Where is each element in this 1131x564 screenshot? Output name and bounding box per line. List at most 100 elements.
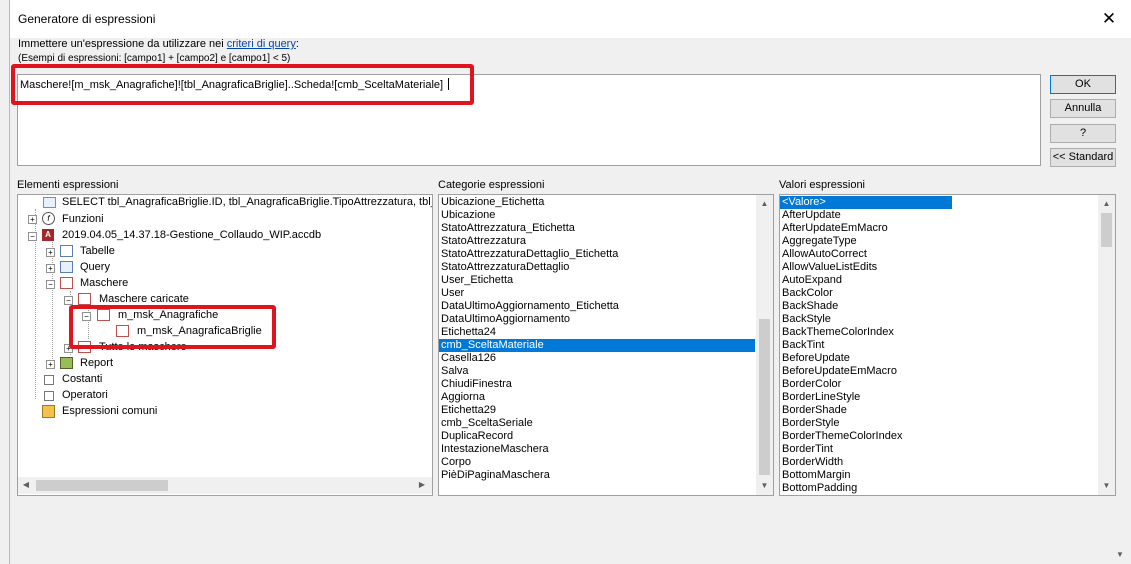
scrollbar-thumb[interactable] [36, 480, 168, 491]
category-item[interactable]: cmb_SceltaMateriale [439, 339, 755, 352]
instructions-prefix: Immettere un'espressione da utilizzare n… [18, 38, 227, 50]
value-item[interactable]: AllowValueListEdits [780, 261, 877, 274]
value-item[interactable]: BorderStyle [780, 417, 839, 430]
value-item[interactable]: BackStyle [780, 313, 831, 326]
category-item[interactable]: Ubicazione_Etichetta [439, 196, 544, 209]
category-item[interactable]: StatoAttrezzaturaDettaglio_Etichetta [439, 248, 618, 261]
category-item[interactable]: Etichetta29 [439, 404, 496, 417]
constants-icon [44, 375, 54, 385]
expand-reports-icon[interactable]: + [46, 360, 55, 369]
category-item[interactable]: PièDiPaginaMaschera [439, 469, 550, 482]
value-item[interactable]: AfterUpdate [780, 209, 841, 222]
category-item[interactable]: DataUltimoAggiornamento_Etichetta [439, 300, 619, 313]
category-item[interactable]: cmb_SceltaSeriale [439, 417, 533, 430]
scroll-up-icon[interactable]: ▲ [758, 197, 771, 211]
tree-item-database[interactable]: 2019.04.05_14.37.18-Gestione_Collaudo_WI… [62, 228, 321, 242]
dialog-scroll-down-icon[interactable]: ▼ [1114, 548, 1126, 560]
scrollbar-thumb[interactable] [759, 319, 770, 475]
expand-tables-icon[interactable]: + [46, 248, 55, 257]
tree-item-reports[interactable]: Report [80, 356, 113, 370]
expand-functions-icon[interactable]: + [28, 215, 37, 224]
standard-button[interactable]: << Standard [1050, 148, 1116, 167]
value-item[interactable]: BeforeUpdateEmMacro [780, 365, 897, 378]
tree-item-queries[interactable]: Query [80, 260, 110, 274]
value-item[interactable]: BorderColor [780, 378, 841, 391]
category-item[interactable]: DataUltimoAggiornamento [439, 313, 570, 326]
category-item[interactable]: StatoAttrezzaturaDettaglio [439, 261, 569, 274]
categories-scrollbar[interactable]: ▲ ▼ [756, 195, 773, 495]
form-icon [78, 293, 91, 305]
category-item[interactable]: User_Etichetta [439, 274, 513, 287]
value-item[interactable]: BorderLineStyle [780, 391, 860, 404]
value-item[interactable]: AllowAutoCorrect [780, 248, 867, 261]
query-criteria-link[interactable]: criteri di query [227, 38, 296, 50]
expand-queries-icon[interactable]: + [46, 264, 55, 273]
value-item[interactable]: AfterUpdateEmMacro [780, 222, 888, 235]
scroll-right-icon[interactable]: ▶ [416, 478, 428, 492]
value-item[interactable]: BackShade [780, 300, 838, 313]
ok-button[interactable]: OK [1050, 75, 1116, 94]
tree-item-common-expressions[interactable]: Espressioni comuni [62, 404, 157, 418]
common-expressions-icon [42, 405, 55, 418]
help-button[interactable]: ? [1050, 124, 1116, 143]
horizontal-scrollbar[interactable]: ◀ ▶ [18, 477, 432, 494]
category-item[interactable]: Etichetta24 [439, 326, 496, 339]
highlight-expression-box [11, 64, 474, 105]
value-item[interactable]: BorderThemeColorIndex [780, 430, 902, 443]
values-list[interactable]: <Valore> AfterUpdate AfterUpdateEmMacro Agg… [779, 194, 1116, 496]
value-item[interactable]: BackTint [780, 339, 824, 352]
tree-item-operators[interactable]: Operatori [62, 388, 108, 402]
value-item[interactable]: BottomPadding [780, 482, 857, 495]
category-item[interactable]: Aggiorna [439, 391, 485, 404]
category-item[interactable]: IntestazioneMaschera [439, 443, 549, 456]
title-bar [10, 0, 1131, 38]
value-item[interactable]: <Valore> [780, 196, 952, 209]
values-rows: <Valore> AfterUpdate AfterUpdateEmMacro Agg… [780, 196, 1098, 494]
table-icon [60, 245, 73, 257]
value-item[interactable]: BackThemeColorIndex [780, 326, 894, 339]
collapse-db-icon[interactable]: − [28, 232, 37, 241]
report-icon [60, 357, 73, 369]
value-item[interactable]: BackColor [780, 287, 833, 300]
category-item[interactable]: User [439, 287, 464, 300]
tree-item-tables[interactable]: Tabelle [80, 244, 115, 258]
values-scrollbar[interactable]: ▲ ▼ [1098, 195, 1115, 495]
value-item[interactable]: AutoExpand [780, 274, 842, 287]
value-item[interactable]: BorderWidth [780, 456, 843, 469]
cancel-button[interactable]: Annulla [1050, 99, 1116, 118]
tree-item-select[interactable]: SELECT tbl_AnagraficaBriglie.ID, tbl_Ana… [62, 195, 432, 209]
category-item[interactable]: Ubicazione [439, 209, 495, 222]
tree-item-constants[interactable]: Costanti [62, 372, 102, 386]
category-item[interactable]: ChiudiFinestra [439, 378, 512, 391]
tree-item-forms[interactable]: Maschere [80, 276, 128, 290]
instructions-suffix: : [295, 38, 299, 50]
scroll-left-icon[interactable]: ◀ [20, 478, 32, 492]
value-item[interactable]: BottomMargin [780, 469, 850, 482]
category-item[interactable]: StatoAttrezzatura [439, 235, 526, 248]
value-item[interactable]: BorderTint [780, 443, 833, 456]
form-icon [60, 277, 73, 289]
category-item[interactable]: Salva [439, 365, 469, 378]
value-item[interactable]: BeforeUpdate [780, 352, 850, 365]
value-item[interactable]: BorderShade [780, 404, 847, 417]
categories-list[interactable]: Ubicazione_Etichetta Ubicazione StatoAttre… [438, 194, 774, 496]
close-icon[interactable]: ✕ [1100, 10, 1118, 28]
category-item[interactable]: Casella126 [439, 352, 496, 365]
query-icon [60, 261, 73, 273]
category-item[interactable]: DuplicaRecord [439, 430, 513, 443]
tree-item-loaded-forms[interactable]: Maschere caricate [99, 292, 189, 306]
collapse-loaded-forms-icon[interactable]: − [64, 296, 73, 305]
collapse-forms-icon[interactable]: − [46, 280, 55, 289]
scroll-up-icon[interactable]: ▲ [1100, 197, 1113, 211]
elements-label: Elementi espressioni [17, 179, 119, 191]
category-item[interactable]: Corpo [439, 456, 471, 469]
instructions: Immettere un'espressione da utilizzare n… [18, 38, 299, 50]
tree-item-functions[interactable]: Funzioni [62, 212, 104, 226]
highlight-form-items [69, 305, 276, 349]
scrollbar-thumb[interactable] [1101, 213, 1112, 247]
category-item[interactable]: StatoAttrezzatura_Etichetta [439, 222, 575, 235]
scroll-down-icon[interactable]: ▼ [758, 479, 771, 493]
value-item[interactable]: AggregateType [780, 235, 857, 248]
examples-text: (Esempi di espressioni: [campo1] + [camp… [18, 53, 291, 64]
scroll-down-icon[interactable]: ▼ [1100, 479, 1113, 493]
